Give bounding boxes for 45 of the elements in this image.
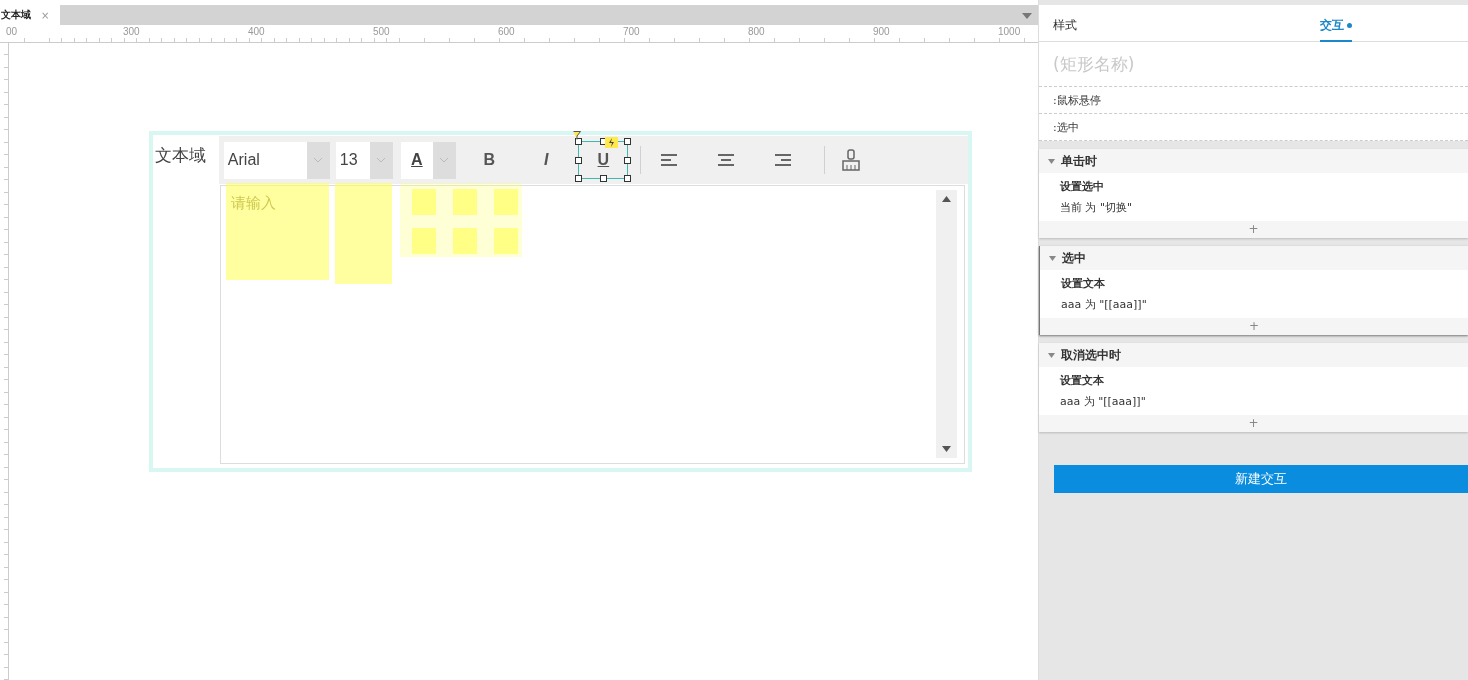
ruler-label: 1000 [998, 26, 1021, 37]
ruler-label: 300 [123, 26, 140, 37]
ruler-label: 900 [873, 26, 890, 37]
scroll-up-icon[interactable] [942, 196, 951, 202]
action-detail: aaa 为 "[[aaa]]" [1061, 297, 1148, 312]
ruler-label: 00 [6, 26, 18, 37]
action-title: 设置选中 [1060, 179, 1105, 194]
align-center-icon [718, 154, 735, 166]
event-title: 选中 [1062, 249, 1086, 267]
brush-icon[interactable] [840, 149, 861, 171]
bold-button[interactable]: B [460, 143, 518, 177]
new-interaction-button[interactable]: 新建交互 [1054, 465, 1468, 493]
align-right-icon [775, 154, 792, 166]
chevron-down-icon [313, 157, 324, 163]
panel-tab[interactable]: 样式 [1053, 17, 1077, 40]
scroll-down-icon[interactable] [942, 446, 951, 452]
scrollbar[interactable] [936, 190, 957, 458]
ruler-label: 500 [373, 26, 390, 37]
widget-label: 文本域 [154, 145, 207, 167]
action-title: 设置文本 [1060, 373, 1105, 388]
lightning-badge-icon [604, 137, 618, 148]
collapse-icon[interactable] [1048, 158, 1055, 164]
collapse-icon[interactable] [1049, 255, 1056, 261]
collapse-icon[interactable] [1048, 352, 1055, 358]
align-left-icon [661, 154, 678, 166]
ruler-label: 800 [748, 26, 765, 37]
event-title: 取消选中时 [1061, 346, 1121, 364]
chevron-down-icon [376, 157, 387, 163]
pin-marker-icon [572, 131, 581, 140]
chevron-down-icon [439, 157, 450, 163]
underline-button[interactable]: U [574, 143, 632, 177]
event-card[interactable]: 单击时 设置选中 当前 为 "切换" + [1039, 149, 1468, 238]
italic-button[interactable]: I [517, 143, 575, 177]
action-title: 设置文本 [1061, 276, 1106, 291]
event-title: 单击时 [1061, 152, 1097, 170]
event-card[interactable]: 选中 设置文本 aaa 为 "[[aaa]]" + [1039, 246, 1468, 335]
ruler-label: 400 [248, 26, 265, 37]
dropdown-icon[interactable] [1022, 13, 1032, 19]
ruler-label: 600 [498, 26, 515, 37]
ruler-label: 700 [623, 26, 640, 37]
action-detail: 当前 为 "切换" [1060, 200, 1134, 215]
state-item[interactable]: :选中 [1039, 114, 1468, 141]
action-detail: aaa 为 "[[aaa]]" [1060, 394, 1147, 409]
event-card[interactable]: 取消选中时 设置文本 aaa 为 "[[aaa]]" + [1039, 343, 1468, 432]
state-item[interactable]: :鼠标悬停 [1039, 87, 1468, 114]
